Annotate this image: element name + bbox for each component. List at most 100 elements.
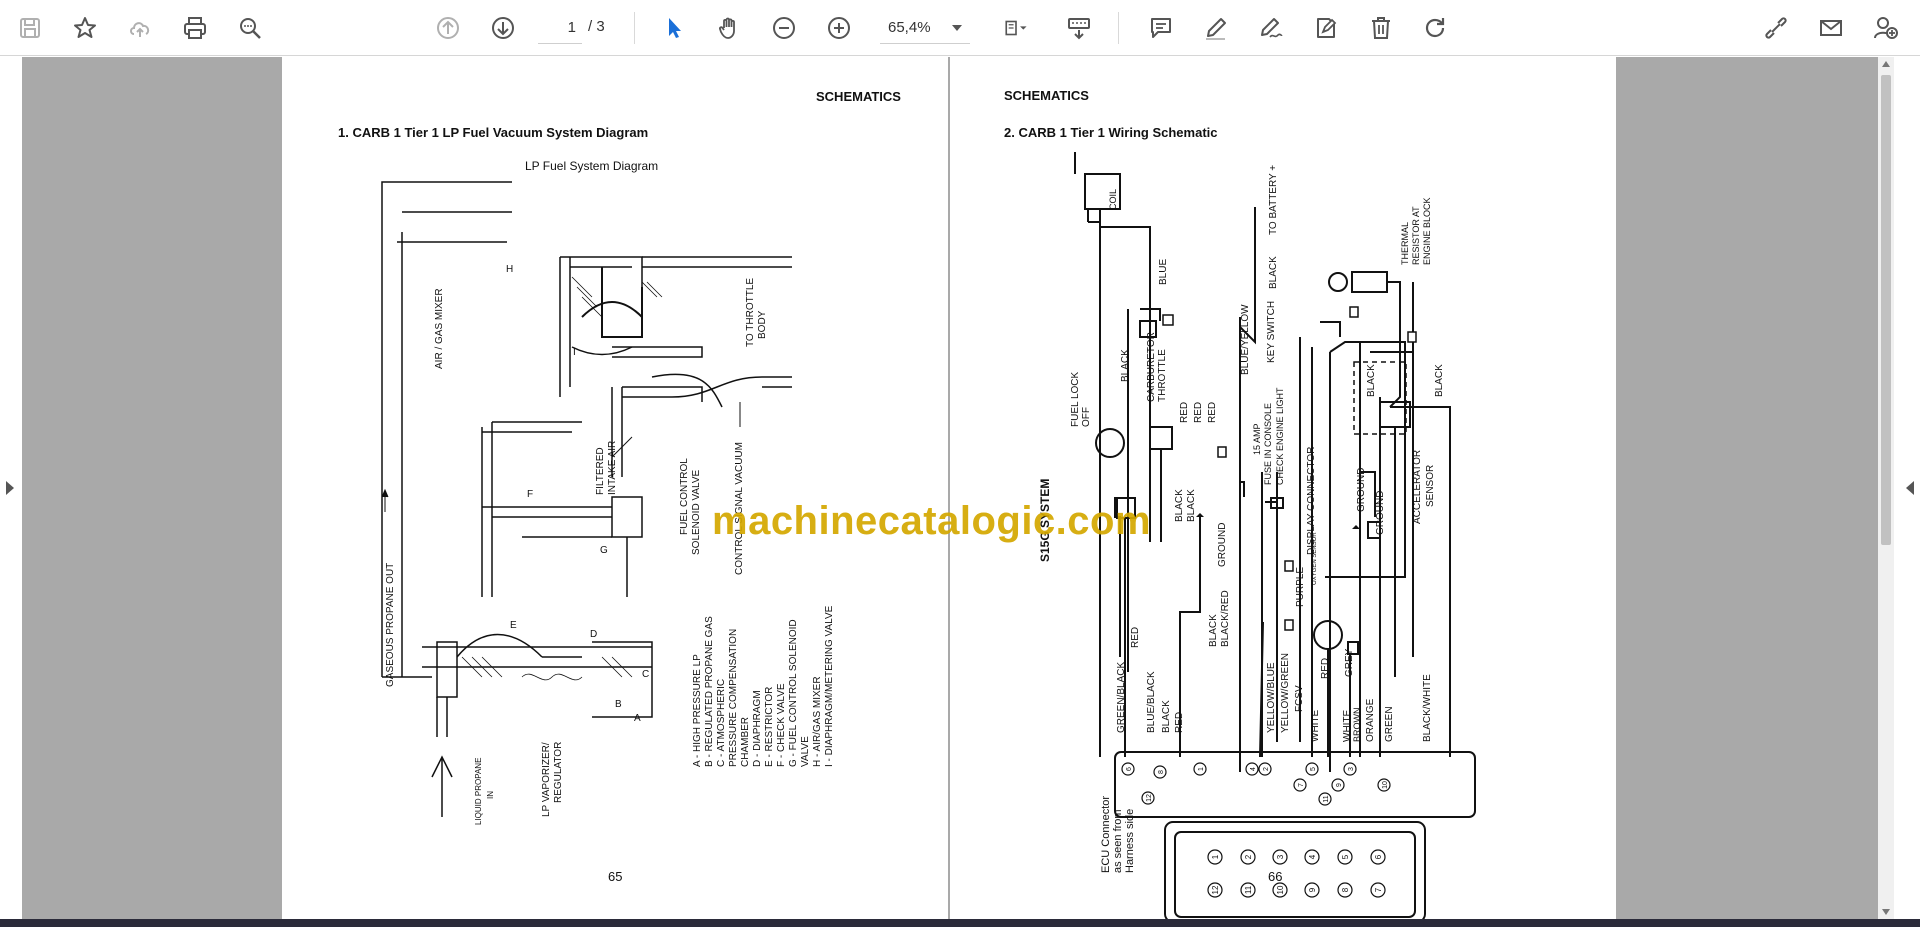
pdf-page-66: SCHEMATICS 2. CARB 1 Tier 1 Wiring Schem…	[950, 57, 1616, 919]
comment-icon[interactable]	[1141, 8, 1181, 48]
connector-pin-label: 6	[1374, 854, 1383, 859]
legend-item: VALVE	[800, 736, 811, 767]
label-green: GREEN	[1384, 706, 1395, 742]
page-number-input[interactable]	[538, 12, 582, 44]
ecu-pin-label: 11	[1323, 795, 1330, 802]
trash-icon[interactable]	[1361, 8, 1401, 48]
select-cursor-icon[interactable]	[654, 8, 694, 48]
connector-pin-label: 10	[1276, 885, 1285, 894]
label-accelerator: ACCELERATOR	[1412, 449, 1423, 524]
connector-pin-label: 9	[1308, 887, 1317, 892]
legend-item: A - HIGH PRESSURE LP	[692, 654, 703, 767]
cloud-upload-icon[interactable]	[120, 8, 160, 48]
ecu-pin-label: 12	[1146, 794, 1153, 802]
add-user-icon[interactable]	[1866, 8, 1906, 48]
save-icon[interactable]	[10, 8, 50, 48]
label-green-black: GREEN/BLACK	[1116, 661, 1127, 733]
stamp-icon[interactable]	[1306, 8, 1346, 48]
legend-item: F - CHECK VALVE	[776, 683, 787, 767]
vertical-scrollbar[interactable]	[1878, 57, 1894, 919]
label-black: BLACK	[1434, 364, 1445, 397]
label-black: BLACK	[1161, 700, 1172, 733]
left-panel-toggle-icon[interactable]	[6, 481, 14, 495]
label-check-engine: CHECK ENGINE LIGHT	[1275, 387, 1285, 485]
label-h: H	[506, 264, 514, 275]
share-link-icon[interactable]	[1756, 8, 1796, 48]
watermark-text: machinecatalogic.com	[712, 499, 1152, 543]
email-icon[interactable]	[1811, 8, 1851, 48]
rotate-icon[interactable]	[1416, 8, 1456, 48]
label-black: BLACK	[1268, 256, 1279, 289]
label-g: G	[600, 545, 608, 556]
label-b: B	[615, 699, 622, 710]
connector-pin-label: 2	[1244, 854, 1253, 859]
connector-pin-label: 1	[1211, 854, 1220, 859]
label-resistor: RESISTOR AT	[1411, 206, 1421, 265]
label-fcsv: FCSV	[1294, 685, 1305, 712]
separator	[1118, 12, 1119, 44]
label-black-white: BLACK/WHITE	[1422, 674, 1433, 742]
ecu-pin-label: 10	[1382, 781, 1389, 789]
zoom-in-icon[interactable]	[819, 8, 859, 48]
label-black: BLACK	[1366, 364, 1377, 397]
label-red: RED	[1179, 401, 1190, 423]
label-to-throttle: TO THROTTLE	[745, 277, 756, 347]
label-fuel-lock: FUEL LOCK	[1070, 371, 1081, 427]
label-lp-vaporizer: LP VAPORIZER/	[541, 742, 552, 817]
scroll-up-icon[interactable]	[1882, 61, 1890, 67]
label-ground: GROUND	[1217, 522, 1228, 567]
label-orange: ORANGE	[1365, 698, 1376, 742]
label-fuel-control: FUEL CONTROL	[679, 458, 690, 535]
right-panel-toggle-icon[interactable]	[1906, 481, 1914, 495]
print-icon[interactable]	[175, 8, 215, 48]
zoom-value: 65,4%	[888, 19, 931, 36]
legend-item: CHAMBER	[740, 716, 751, 767]
label-ecu-seen-from: as seen from	[1112, 809, 1124, 873]
label-yellow-blue: YELLOW/BLUE	[1266, 662, 1277, 733]
label-regulator: REGULATOR	[553, 741, 564, 803]
label-in: IN	[486, 791, 495, 799]
label-sensor: SENSOR	[1425, 464, 1436, 507]
label-air-gas-mixer: AIR / GAS MIXER	[434, 288, 445, 369]
label-carburetor: CARBURETOR	[1146, 332, 1157, 402]
taskbar-edge	[0, 919, 1920, 927]
page-number: 66	[1268, 869, 1283, 884]
hand-tool-icon[interactable]	[709, 8, 749, 48]
keyboard-scroll-icon[interactable]	[1059, 8, 1099, 48]
scroll-down-icon[interactable]	[1882, 909, 1890, 915]
scroll-thumb[interactable]	[1881, 75, 1891, 545]
ecu-pin-row: 6 12 8 1 4 2 7 5 11 9 3 10	[1121, 762, 1391, 806]
label-solenoid-valve: SOLENOID VALVE	[691, 469, 702, 555]
sign-icon[interactable]	[1251, 8, 1291, 48]
ecu-pin-label: 9	[1336, 783, 1343, 787]
label-brown: BROWN	[1352, 707, 1362, 743]
pen-icon[interactable]	[1196, 8, 1236, 48]
zoom-select[interactable]: 65,4%	[880, 12, 970, 44]
zoom-out-icon[interactable]	[764, 8, 804, 48]
label-off: OFF	[1081, 407, 1092, 427]
label-black: BLACK	[1186, 489, 1197, 522]
document-workspace[interactable]: SCHEMATICS 1. CARB 1 Tier 1 LP Fuel Vacu…	[0, 57, 1920, 919]
connector-pin-label: 8	[1341, 887, 1350, 892]
page-total: / 3	[588, 18, 605, 35]
page-down-icon[interactable]	[483, 8, 523, 48]
label-black: BLACK	[1120, 349, 1131, 382]
page-up-icon[interactable]	[428, 8, 468, 48]
star-icon[interactable]	[65, 8, 105, 48]
label-blue-yellow: BLUE/YELLOW	[1240, 304, 1251, 375]
label-i: I	[573, 347, 576, 358]
fit-page-icon[interactable]	[994, 8, 1038, 48]
ecu-pin-label: 5	[1310, 767, 1317, 771]
label-c: C	[642, 669, 650, 680]
page-number: 65	[608, 869, 623, 884]
label-f: F	[527, 489, 534, 500]
ecu-pin-label: 4	[1250, 767, 1257, 771]
label-filtered: FILTERED	[595, 447, 606, 495]
zoom-search-icon[interactable]	[230, 8, 270, 48]
legend-item: D - DIAPHRAGM	[752, 690, 763, 767]
label-red: RED	[1130, 626, 1141, 648]
connector-pin-label: 11	[1244, 885, 1253, 894]
connector-pin-label: 4	[1308, 854, 1317, 859]
label-black: BLACK	[1208, 614, 1219, 647]
legend-item: I - DIAPHRAGM/METERING VALVE	[824, 605, 835, 767]
